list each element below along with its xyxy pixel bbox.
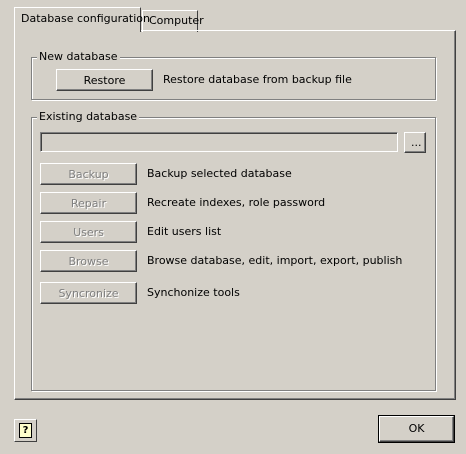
help-icon: ? (19, 423, 32, 438)
syncronize-button[interactable]: Syncronize (40, 282, 137, 304)
existing-database-group: Existing database ... Backup Backup sele… (31, 110, 436, 391)
tab-computer[interactable]: Computer (142, 10, 204, 32)
restore-button[interactable]: Restore (56, 69, 153, 91)
browse-button[interactable]: Browse (40, 250, 137, 272)
syncronize-description: Synchonize tools (147, 286, 240, 299)
help-button[interactable]: ? (14, 419, 37, 442)
tab-database-configuration[interactable]: Database configuration (14, 7, 150, 32)
users-description: Edit users list (147, 225, 222, 238)
backup-description: Backup selected database (147, 167, 292, 180)
backup-button[interactable]: Backup (40, 163, 137, 185)
repair-button[interactable]: Repair (40, 192, 137, 214)
browse-path-button[interactable]: ... (404, 132, 426, 153)
restore-description: Restore database from backup file (163, 73, 352, 86)
new-database-group: New database Restore Restore database fr… (31, 50, 436, 100)
tab-panel-database-configuration: New database Restore Restore database fr… (14, 30, 456, 400)
users-button[interactable]: Users (40, 221, 137, 243)
database-path-field[interactable] (40, 132, 398, 152)
browse-description: Browse database, edit, import, export, p… (147, 254, 403, 267)
existing-database-group-title: Existing database (37, 110, 140, 124)
ok-button[interactable]: OK (378, 415, 455, 443)
database-config-window: Database configuration Computer New data… (0, 0, 466, 454)
repair-description: Recreate indexes, role password (147, 196, 326, 209)
new-database-group-title: New database (37, 50, 120, 64)
